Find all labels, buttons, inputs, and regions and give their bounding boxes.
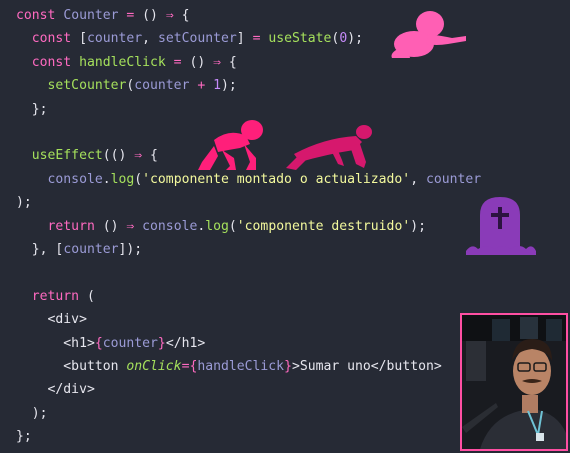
code-token: = [118, 8, 143, 23]
code-token: return [16, 218, 103, 234]
code-line: }, [counter]); [16, 238, 142, 261]
code-token: setCounter [16, 78, 127, 94]
code-token: { [142, 148, 158, 164]
code-token: setCounter [157, 31, 237, 47]
code-token: }, [ [16, 242, 64, 257]
code-token: () [142, 8, 166, 23]
code-token: ⇒ [165, 8, 174, 23]
code-line: }; [16, 98, 48, 121]
code-token: onClick [126, 359, 182, 374]
code-token: useEffect [16, 148, 103, 164]
code-token: log [110, 171, 135, 187]
code-token: 'componente montado o actualizado' [142, 171, 411, 187]
code-token: () [102, 218, 127, 234]
code-token: + [189, 78, 214, 94]
code-line: useEffect(() ⇒ { [16, 144, 158, 167]
code-line: </div> [16, 378, 95, 401]
code-token: <button [16, 359, 127, 374]
presenter-webcam [460, 313, 568, 451]
code-token: ⇒ [213, 54, 221, 70]
code-token: }; [16, 101, 48, 117]
code-token: ); [410, 218, 426, 234]
code-line: }; [16, 425, 32, 448]
code-token: console [142, 218, 198, 234]
code-token: counter [102, 335, 158, 351]
code-line: <div> [16, 308, 87, 331]
code-token: const [16, 54, 80, 70]
code-token: ]); [118, 242, 143, 257]
code-token: 1 [213, 78, 221, 94]
code-token: { [173, 8, 190, 23]
code-token: counter [134, 78, 190, 94]
code-token: handleClick [79, 54, 166, 70]
code-token: (() [102, 148, 135, 164]
code-token: ( [86, 288, 95, 304]
code-token: useState [268, 31, 332, 47]
code-token: counter [425, 171, 482, 187]
code-token: <div> [16, 312, 87, 328]
code-line: const [counter, setCounter] = useState(0… [16, 27, 363, 50]
code-token: ⇒ [134, 148, 143, 164]
code-token: const [16, 31, 80, 47]
code-token: } [284, 359, 292, 374]
code-token: } [157, 335, 166, 351]
code-token: { [221, 54, 237, 70]
code-token: Counter [63, 8, 119, 23]
code-token: }; [16, 429, 32, 445]
code-line: return ( [16, 285, 95, 308]
code-token: . [102, 171, 111, 187]
tombstone-icon [466, 197, 536, 255]
code-line: <h1>{counter}</h1> [16, 332, 205, 355]
code-token: >Sumar uno</button> [291, 359, 442, 374]
code-line: ); [16, 191, 32, 214]
baby-crawling-icon [198, 120, 263, 170]
code-token: return [16, 288, 87, 304]
code-token: , [142, 31, 158, 47]
code-line: const Counter = () ⇒ { [16, 4, 189, 27]
code-token: log [205, 218, 229, 234]
code-token: 'componente destruido' [236, 218, 411, 234]
baby-sitting-icon [391, 11, 466, 58]
code-token: ( [134, 171, 143, 187]
code-token: <h1> [16, 335, 95, 351]
adult-crawling-icon [286, 125, 372, 170]
code-line: <button onClick={handleClick}>Sumar uno<… [16, 355, 442, 378]
code-line: const handleClick = () ⇒ { [16, 51, 237, 74]
code-token: = [165, 54, 190, 70]
code-token: const [16, 8, 64, 23]
code-token: counter [63, 242, 119, 257]
code-token: handleClick [197, 359, 285, 374]
code-token: ] [236, 31, 253, 47]
code-token: [ [79, 31, 87, 47]
code-line: ); [16, 402, 48, 425]
code-token: ); [16, 195, 32, 211]
code-token: () [189, 54, 214, 70]
code-token: </div> [16, 382, 95, 398]
code-token: { [94, 335, 103, 351]
code-line: setCounter(counter + 1); [16, 74, 237, 97]
code-line: return () ⇒ console.log('componente dest… [16, 215, 426, 238]
code-token: </h1> [165, 335, 206, 351]
code-token: ( [228, 218, 237, 234]
code-token: console [16, 171, 103, 187]
code-token: ); [347, 31, 363, 47]
code-token: ); [221, 78, 237, 94]
code-token: counter [86, 31, 143, 47]
code-token: , [410, 171, 426, 187]
code-token: ); [16, 405, 48, 421]
